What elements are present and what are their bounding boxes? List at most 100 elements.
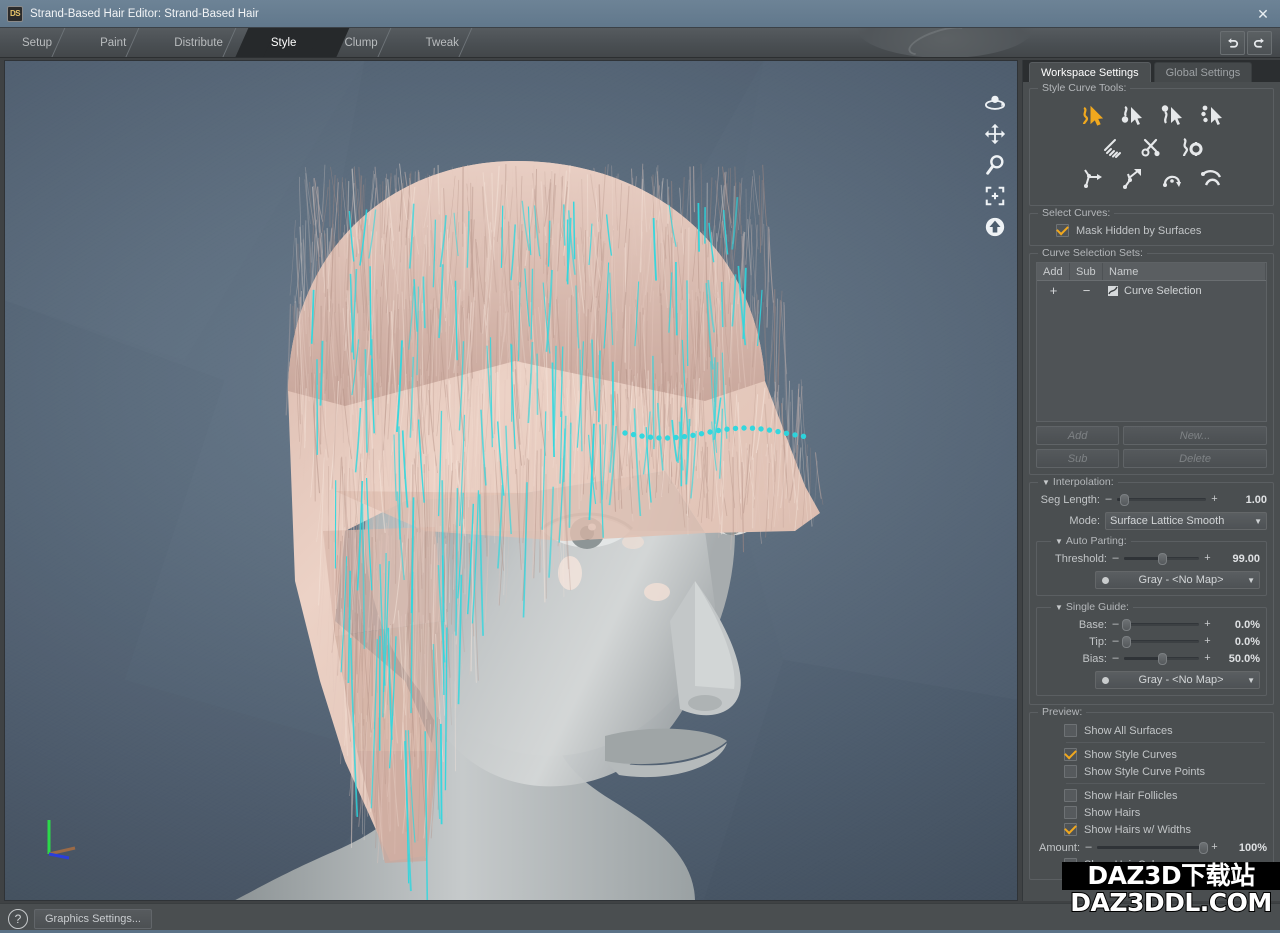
- axis-gizmo: [35, 810, 85, 860]
- amount-decrement[interactable]: –: [1084, 842, 1093, 853]
- tab-paint[interactable]: Paint: [78, 28, 152, 58]
- threshold-label: Threshold:: [1043, 553, 1107, 565]
- bend-tool[interactable]: [1197, 163, 1227, 193]
- base-increment[interactable]: +: [1203, 619, 1212, 630]
- move-tool[interactable]: [1077, 163, 1107, 193]
- sub-set-button[interactable]: Sub: [1036, 449, 1119, 468]
- collapse-caret-icon: ▼: [1055, 537, 1063, 546]
- threshold-increment[interactable]: +: [1203, 553, 1212, 564]
- preview-group: Preview: Show All Surfaces Show Style Cu…: [1029, 712, 1274, 880]
- auto-parting-label[interactable]: ▼Auto Parting:: [1051, 535, 1131, 547]
- seg-length-slider-row: Seg Length: – + 1.00: [1036, 491, 1267, 508]
- base-slider[interactable]: [1124, 619, 1199, 630]
- select-curves-label: Select Curves:: [1038, 207, 1114, 219]
- undo-button[interactable]: [1220, 31, 1245, 55]
- seg-length-increment[interactable]: +: [1210, 494, 1219, 505]
- show-style-curves-checkbox[interactable]: [1064, 748, 1077, 761]
- comb-tool[interactable]: [1097, 132, 1127, 162]
- show-style-curves-row[interactable]: Show Style Curves: [1064, 746, 1267, 763]
- threshold-decrement[interactable]: –: [1111, 553, 1120, 564]
- interpolation-label[interactable]: ▼Interpolation:: [1038, 476, 1118, 488]
- frame-icon[interactable]: [983, 184, 1007, 208]
- base-label: Base:: [1043, 619, 1107, 631]
- tab-style-label: Style: [271, 37, 297, 49]
- tip-increment[interactable]: +: [1203, 636, 1212, 647]
- select-points-tool[interactable]: [1117, 101, 1147, 131]
- auto-parting-map-wrap: Gray - <No Map> ▼: [1043, 571, 1260, 589]
- tab-tweak[interactable]: Tweak: [404, 28, 485, 58]
- tab-style[interactable]: Style: [249, 28, 323, 58]
- threshold-slider[interactable]: [1124, 553, 1199, 564]
- interpolation-mode-select[interactable]: Surface Lattice Smooth ▼: [1105, 512, 1267, 530]
- seg-length-decrement[interactable]: –: [1104, 494, 1113, 505]
- bias-slider[interactable]: [1124, 653, 1199, 664]
- select-roots-tool[interactable]: [1157, 101, 1187, 131]
- cut-tool[interactable]: [1137, 132, 1167, 162]
- seg-length-slider[interactable]: [1117, 494, 1206, 505]
- zoom-icon[interactable]: [983, 153, 1007, 177]
- amount-slider[interactable]: [1097, 842, 1206, 853]
- show-hairs-w-widths-checkbox[interactable]: [1064, 823, 1077, 836]
- amount-increment[interactable]: +: [1210, 842, 1219, 853]
- table-row[interactable]: + − Curve Selection: [1037, 281, 1266, 300]
- redo-button[interactable]: [1247, 31, 1272, 55]
- extend-tool[interactable]: [1117, 163, 1147, 193]
- row-sub-button[interactable]: −: [1070, 284, 1103, 297]
- collapse-caret-icon: ▼: [1042, 478, 1050, 487]
- tab-setup[interactable]: Setup: [0, 28, 78, 58]
- auto-parting-map-select[interactable]: Gray - <No Map> ▼: [1095, 571, 1260, 589]
- graphics-settings-button[interactable]: Graphics Settings...: [34, 909, 152, 929]
- single-guide-map-select[interactable]: Gray - <No Map> ▼: [1095, 671, 1260, 689]
- tab-distribute[interactable]: Distribute: [152, 28, 249, 58]
- mask-hidden-by-surfaces-row[interactable]: Mask Hidden by Surfaces: [1036, 222, 1267, 239]
- row-name-label: Curve Selection: [1124, 285, 1202, 297]
- mask-hidden-checkbox[interactable]: [1056, 224, 1069, 237]
- new-set-button[interactable]: New...: [1123, 426, 1267, 445]
- select-curves-tool[interactable]: [1077, 101, 1107, 131]
- show-hair-color-checkbox[interactable]: [1064, 858, 1077, 871]
- base-decrement[interactable]: –: [1111, 619, 1120, 630]
- 3d-viewport[interactable]: [4, 60, 1018, 901]
- orbit-icon[interactable]: [983, 91, 1007, 115]
- tab-workspace-settings[interactable]: Workspace Settings: [1029, 62, 1151, 82]
- delete-set-button[interactable]: Delete: [1123, 449, 1267, 468]
- auto-parting-group: ▼Auto Parting: Threshold: – + 99.00: [1036, 541, 1267, 596]
- single-guide-group: ▼Single Guide: Base: – + 0.0% Tip: – + 0…: [1036, 607, 1267, 696]
- show-all-surfaces-checkbox[interactable]: [1064, 724, 1077, 737]
- rotate-tool[interactable]: [1157, 163, 1187, 193]
- show-hair-follicles-row[interactable]: Show Hair Follicles: [1064, 787, 1267, 804]
- show-hairs-w-widths-row[interactable]: Show Hairs w/ Widths: [1064, 821, 1267, 838]
- tip-decrement[interactable]: –: [1111, 636, 1120, 647]
- curve-set-icon: [1107, 285, 1119, 297]
- bias-increment[interactable]: +: [1203, 653, 1212, 664]
- tab-clump[interactable]: Clump: [322, 28, 403, 58]
- curve-settings-tool[interactable]: [1177, 132, 1207, 162]
- show-style-curve-points-row[interactable]: Show Style Curve Points: [1064, 763, 1267, 780]
- row-name-cell[interactable]: Curve Selection: [1103, 285, 1266, 297]
- curve-selection-sets-list[interactable]: Add Sub Name + − Curve Selection: [1036, 262, 1267, 422]
- pan-icon[interactable]: [983, 122, 1007, 146]
- show-style-curve-points-checkbox[interactable]: [1064, 765, 1077, 778]
- show-hair-color-label: Show Hair Color: [1084, 859, 1164, 871]
- bias-decrement[interactable]: –: [1111, 653, 1120, 664]
- show-all-surfaces-row[interactable]: Show All Surfaces: [1064, 722, 1267, 739]
- strand-based-hair-editor-window: DS Strand-Based Hair Editor: Strand-Base…: [0, 0, 1280, 933]
- help-icon[interactable]: ?: [8, 909, 28, 929]
- interpolation-mode-value: Surface Lattice Smooth: [1110, 515, 1254, 527]
- show-hair-follicles-checkbox[interactable]: [1064, 789, 1077, 802]
- row-add-button[interactable]: +: [1037, 284, 1070, 297]
- reset-view-icon[interactable]: [983, 215, 1007, 239]
- auto-parting-map-value: Gray - <No Map>: [1115, 574, 1247, 586]
- close-icon[interactable]: ✕: [1252, 4, 1274, 24]
- tip-slider[interactable]: [1124, 636, 1199, 647]
- tab-tweak-label: Tweak: [426, 37, 459, 49]
- tab-global-settings[interactable]: Global Settings: [1154, 62, 1253, 82]
- show-hair-color-row[interactable]: Show Hair Color: [1064, 856, 1267, 873]
- show-hairs-checkbox[interactable]: [1064, 806, 1077, 819]
- add-set-button[interactable]: Add: [1036, 426, 1119, 445]
- show-hairs-row[interactable]: Show Hairs: [1064, 804, 1267, 821]
- single-guide-label[interactable]: ▼Single Guide:: [1051, 601, 1133, 613]
- tab-clump-label: Clump: [344, 37, 377, 49]
- select-tips-tool[interactable]: [1197, 101, 1227, 131]
- show-hairs-w-widths-label: Show Hairs w/ Widths: [1084, 824, 1191, 836]
